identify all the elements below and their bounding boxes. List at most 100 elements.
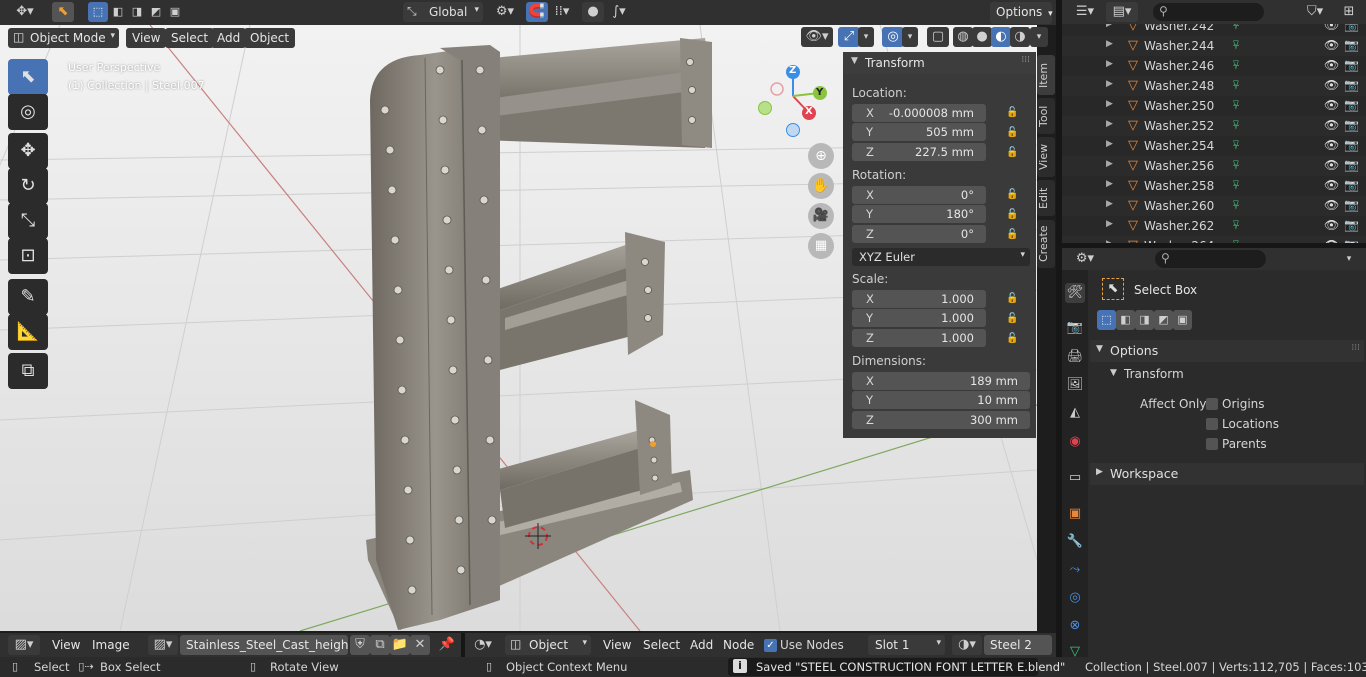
proportional-falloff-icon[interactable]: ∫▾ xyxy=(604,2,634,22)
use-nodes-checkbox[interactable]: ✓ xyxy=(764,639,777,652)
select-mode-intersect-icon[interactable]: ▣ xyxy=(165,2,185,22)
visibility-eye-icon[interactable]: 👁 xyxy=(1324,158,1339,172)
viewport-menu-view[interactable]: View xyxy=(126,28,167,48)
render-camera-icon[interactable]: 📷 xyxy=(1344,138,1359,152)
render-camera-icon[interactable]: 📷 xyxy=(1344,118,1359,132)
select-box-tool-icon[interactable]: ⬉ xyxy=(8,59,48,95)
outliner-row[interactable]: ▶ ▽ Washer.242 ⍫ 👁 📷 xyxy=(1062,24,1366,36)
expand-arrow-icon[interactable]: ▶ xyxy=(1106,39,1113,49)
tab-view-layer-icon[interactable]: 🖼 xyxy=(1065,375,1085,395)
visibility-filter-icon[interactable]: 👁▾ xyxy=(801,27,833,47)
ortho-grid-icon[interactable]: ▦ xyxy=(808,233,834,259)
unlink-image-icon[interactable]: ✕ xyxy=(410,635,430,655)
transform-orientation-dropdown[interactable]: ⤡ Global ▾ xyxy=(403,2,483,22)
material-browse-icon[interactable]: ◑▾ xyxy=(952,635,982,655)
outliner-row[interactable]: ▶ ▽ Washer.252 ⍫ 👁 📷 xyxy=(1062,116,1366,136)
outliner-row[interactable]: ▶ ▽ Washer.262 ⍫ 👁 📷 xyxy=(1062,216,1366,236)
outliner-row[interactable]: ▶ ▽ Washer.254 ⍫ 👁 📷 xyxy=(1062,136,1366,156)
rotation-x-field[interactable]: X 0° xyxy=(852,186,986,204)
parents-checkbox[interactable] xyxy=(1206,438,1218,450)
image-name-field[interactable]: Stainless_Steel_Cast_height.png xyxy=(180,635,348,655)
render-camera-icon[interactable]: 📷 xyxy=(1344,218,1359,232)
outliner-row[interactable]: ▶ ▽ Washer.248 ⍫ 👁 📷 xyxy=(1062,76,1366,96)
locations-checkbox[interactable] xyxy=(1206,418,1218,430)
mode-subtract-icon[interactable]: ◨ xyxy=(1135,310,1154,330)
tab-tool[interactable]: Tool xyxy=(1037,98,1055,134)
mesh-data-icon[interactable]: ⍫ xyxy=(1232,98,1240,113)
outliner-row[interactable]: ▶ ▽ Washer.244 ⍫ 👁 📷 xyxy=(1062,36,1366,56)
render-camera-icon[interactable]: 📷 xyxy=(1344,78,1359,92)
node-menu-add[interactable]: Add xyxy=(684,635,719,655)
options-panel-header[interactable]: ▼ Options ⁞⁞⁞ xyxy=(1090,340,1364,362)
shading-rendered-icon[interactable]: ◑ xyxy=(1010,27,1030,47)
viewport-menu-object[interactable]: Object xyxy=(244,28,296,48)
mode-new-icon[interactable]: ⬚ xyxy=(1097,310,1116,330)
expand-arrow-icon[interactable]: ▶ xyxy=(1106,199,1113,209)
expand-arrow-icon[interactable]: ▶ xyxy=(1106,159,1113,169)
properties-search-input[interactable]: ⚲ xyxy=(1155,250,1266,268)
zoom-icon[interactable]: ⊕ xyxy=(808,143,834,169)
lock-icon[interactable]: 🔓 xyxy=(1006,293,1020,305)
dimensions-x-field[interactable]: X 189 mm xyxy=(852,372,1030,390)
outliner-row[interactable]: ▶ ▽ Washer.250 ⍫ 👁 📷 xyxy=(1062,96,1366,116)
scale-x-field[interactable]: X 1.000 xyxy=(852,290,986,308)
lock-icon[interactable]: 🔓 xyxy=(1006,209,1020,221)
mode-extend-icon[interactable]: ◧ xyxy=(1116,310,1135,330)
mesh-data-icon[interactable]: ⍫ xyxy=(1232,58,1240,73)
image-menu-view[interactable]: View xyxy=(46,635,86,655)
rotation-y-field[interactable]: Y 180° xyxy=(852,205,986,223)
node-menu-node[interactable]: Node xyxy=(717,635,760,655)
gizmo-toggle-icon[interactable]: ⤢ xyxy=(838,27,860,47)
origins-checkbox[interactable] xyxy=(1206,398,1218,410)
shading-solid-icon[interactable]: ● xyxy=(972,27,992,47)
outliner-row[interactable]: ▶ ▽ Washer.260 ⍫ 👁 📷 xyxy=(1062,196,1366,216)
tab-create[interactable]: Create xyxy=(1037,220,1055,268)
shader-type-dropdown[interactable]: ◫ Object ▾ xyxy=(505,635,591,655)
lock-icon[interactable]: 🔓 xyxy=(1006,127,1020,139)
lock-icon[interactable]: 🔓 xyxy=(1006,229,1020,241)
outliner-row[interactable]: ▶ ▽ Washer.246 ⍫ 👁 📷 xyxy=(1062,56,1366,76)
image-editor-type-icon[interactable]: ▨▾ xyxy=(8,635,40,655)
workspace-panel-header[interactable]: ▶ Workspace xyxy=(1090,463,1364,485)
node-menu-select[interactable]: Select xyxy=(637,635,686,655)
properties-options-icon[interactable]: ▾ xyxy=(1338,249,1360,269)
xray-toggle-icon[interactable]: ▢ xyxy=(927,27,949,47)
transform-tool-icon[interactable]: ⊡ xyxy=(8,238,48,274)
dimensions-y-field[interactable]: Y 10 mm xyxy=(852,391,1030,409)
visibility-eye-icon[interactable]: 👁 xyxy=(1324,38,1339,52)
slot-dropdown[interactable]: Slot 1 ▾ xyxy=(868,635,945,655)
render-camera-icon[interactable]: 📷 xyxy=(1344,58,1359,72)
render-camera-icon[interactable]: 📷 xyxy=(1344,98,1359,112)
location-x-field[interactable]: X -0.000008 mm xyxy=(852,104,986,122)
visibility-eye-icon[interactable]: 👁 xyxy=(1324,178,1339,192)
tab-physics-icon[interactable]: ◎ xyxy=(1065,588,1085,608)
overlays-dropdown-icon[interactable]: ▾ xyxy=(902,27,918,47)
tab-collection-icon[interactable]: ▭ xyxy=(1065,468,1085,488)
visibility-eye-icon[interactable]: 👁 xyxy=(1324,198,1339,212)
mesh-data-icon[interactable]: ⍫ xyxy=(1232,118,1240,133)
mesh-data-icon[interactable]: ⍫ xyxy=(1232,24,1240,33)
move-tool-icon[interactable]: ✥ xyxy=(8,133,48,169)
object-mode-dropdown[interactable]: ◫ Object Mode ▾ xyxy=(8,28,119,48)
outliner-editor-icon[interactable]: ☰▾ xyxy=(1070,2,1100,22)
outliner-row[interactable]: ▶ ▽ Washer.258 ⍫ 👁 📷 xyxy=(1062,176,1366,196)
scale-z-field[interactable]: Z 1.000 xyxy=(852,329,986,347)
properties-editor-icon[interactable]: ⚙▾ xyxy=(1070,249,1100,269)
shading-dropdown-icon[interactable]: ▾ xyxy=(1030,27,1048,47)
expand-arrow-icon[interactable]: ▶ xyxy=(1106,59,1113,69)
expand-arrow-icon[interactable]: ▶ xyxy=(1106,139,1113,149)
select-tool-icon[interactable]: ⬉ xyxy=(52,2,74,22)
snap-icon[interactable]: 🧲 xyxy=(526,2,548,22)
image-menu-image[interactable]: Image xyxy=(86,635,136,655)
expand-arrow-icon[interactable]: ▶ xyxy=(1106,219,1113,229)
tab-tool-settings-icon[interactable]: 🛠 xyxy=(1065,283,1085,303)
select-mode-new-icon[interactable]: ⬚ xyxy=(88,2,108,22)
node-menu-view[interactable]: View xyxy=(597,635,637,655)
tab-modifier-icon[interactable]: 🔧 xyxy=(1065,532,1085,552)
pin-icon[interactable]: 📌 xyxy=(436,635,458,655)
mesh-data-icon[interactable]: ⍫ xyxy=(1232,78,1240,93)
editor-type-icon[interactable]: ✥▾ xyxy=(8,2,42,22)
outliner-search-input[interactable]: ⚲ xyxy=(1153,3,1264,21)
drag-handle-icon[interactable]: ⁞⁞⁞ xyxy=(1351,343,1360,353)
mesh-data-icon[interactable]: ⍫ xyxy=(1232,138,1240,153)
